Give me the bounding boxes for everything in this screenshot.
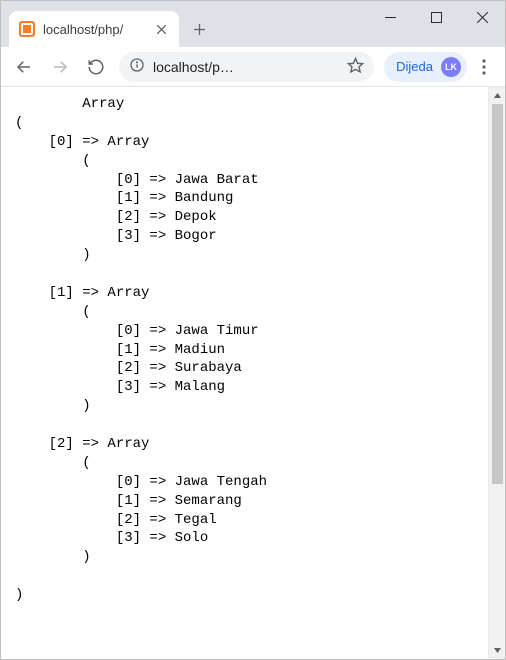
menu-button[interactable] <box>469 52 499 82</box>
reload-button[interactable] <box>79 52 113 82</box>
scrollbar[interactable] <box>488 87 505 659</box>
tab-title: localhost/php/ <box>43 22 147 37</box>
address-bar[interactable]: localhost/p… <box>119 52 374 82</box>
reload-icon <box>87 58 105 76</box>
scroll-thumb[interactable] <box>492 104 503 484</box>
avatar: LK <box>441 57 461 77</box>
scroll-down-button[interactable] <box>489 642 506 659</box>
page-content: Array ( [0] => Array ( [0] => Jawa Barat… <box>1 87 488 659</box>
titlebar: localhost/php/ <box>1 1 505 47</box>
scroll-up-button[interactable] <box>489 87 506 104</box>
maximize-icon <box>431 12 442 23</box>
site-info-icon[interactable] <box>129 57 145 76</box>
close-icon <box>157 25 166 34</box>
close-icon <box>477 12 488 23</box>
window-controls <box>367 1 505 33</box>
chevron-down-icon <box>493 646 502 655</box>
viewport: Array ( [0] => Array ( [0] => Jawa Barat… <box>1 87 505 659</box>
close-window-button[interactable] <box>459 1 505 33</box>
star-icon <box>347 57 364 74</box>
profile-chip[interactable]: Dijeda LK <box>384 52 467 82</box>
xampp-favicon <box>19 21 35 37</box>
arrow-left-icon <box>15 58 33 76</box>
forward-button[interactable] <box>43 52 77 82</box>
url-text: localhost/p… <box>153 59 339 75</box>
new-tab-button[interactable] <box>185 15 213 43</box>
arrow-right-icon <box>51 58 69 76</box>
php-array-output: Array ( [0] => Array ( [0] => Jawa Barat… <box>15 95 482 605</box>
bookmark-button[interactable] <box>347 57 364 77</box>
kebab-icon <box>482 59 486 75</box>
back-button[interactable] <box>7 52 41 82</box>
plus-icon <box>193 23 206 36</box>
tab-close-button[interactable] <box>153 21 169 37</box>
minimize-icon <box>385 12 396 23</box>
maximize-button[interactable] <box>413 1 459 33</box>
chevron-up-icon <box>493 91 502 100</box>
profile-label: Dijeda <box>396 59 433 74</box>
browser-tab[interactable]: localhost/php/ <box>9 11 179 47</box>
toolbar: localhost/p… Dijeda LK <box>1 47 505 87</box>
minimize-button[interactable] <box>367 1 413 33</box>
